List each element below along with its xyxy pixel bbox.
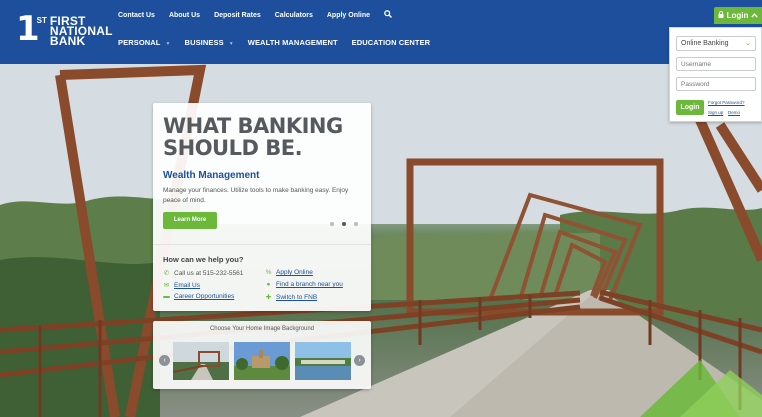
site-header: 1 ST FIRST NATIONAL BANK Contact Us Abou… (0, 0, 762, 64)
promo-card: WHAT BANKING SHOULD BE. Wealth Managemen… (153, 103, 371, 311)
chevron-down-icon: ⌄ (745, 40, 751, 47)
nav-business-label: BUSINESS (184, 38, 224, 47)
briefcase-icon: ▬ (163, 293, 170, 300)
find-branch-link[interactable]: Find a branch near you (276, 281, 343, 288)
main-nav: PERSONAL ▼ BUSINESS ▼ WEALTH MANAGEMENT ED… (118, 38, 430, 47)
chevron-down-icon: ▼ (165, 41, 171, 47)
demo-link[interactable]: Demo (728, 110, 740, 115)
chooser-title: Choose Your Home Image Background (209, 326, 315, 332)
map-pin-icon: ● (266, 281, 271, 288)
username-input[interactable] (676, 57, 756, 71)
carousel-dot-3[interactable] (354, 222, 358, 226)
chevron-right-icon[interactable]: › (354, 355, 365, 366)
nav-wealth-management[interactable]: WEALTH MANAGEMENT (248, 38, 338, 47)
util-link-contact-us[interactable]: Contact Us (118, 12, 155, 19)
login-panel: Online Banking ⌄ Login Forgot Password? … (669, 27, 762, 122)
help-apply[interactable]: % Apply Online (265, 269, 313, 276)
percent-icon: % (265, 269, 272, 276)
utility-nav: Contact Us About Us Deposit Rates Calcul… (118, 10, 392, 20)
util-link-deposit-rates[interactable]: Deposit Rates (214, 12, 261, 19)
promo-subheading: Wealth Management (163, 170, 260, 181)
help-email[interactable]: ✉ Email Us (163, 281, 200, 290)
util-link-calculators[interactable]: Calculators (275, 12, 313, 19)
nav-personal[interactable]: PERSONAL ▼ (118, 38, 171, 47)
chevron-left-icon[interactable]: ‹ (159, 355, 170, 366)
logo-suffix: ST (36, 16, 47, 25)
headline-line-2: SHOULD BE. (163, 136, 303, 160)
background-chooser: Choose Your Home Image Background ‹ › (153, 321, 371, 389)
account-type-value: Online Banking (681, 40, 729, 47)
background-thumbnail-building[interactable] (234, 342, 290, 380)
sign-up-link[interactable]: Sign up (708, 110, 723, 115)
help-careers[interactable]: ▬ Career Opportunities (163, 293, 234, 300)
switch-to-fnb-link[interactable]: Switch to FNB (276, 294, 317, 301)
chevron-down-icon: ▼ (228, 41, 234, 47)
chevron-up-icon (751, 11, 759, 20)
util-link-apply-online[interactable]: Apply Online (327, 12, 370, 19)
background-thumbnail-bridge[interactable] (173, 342, 229, 380)
switch-arrow-icon: ✚ (265, 294, 272, 301)
nav-education-center[interactable]: EDUCATION CENTER (352, 38, 431, 47)
email-us-link[interactable]: Email Us (174, 282, 200, 289)
help-call-text: Call us at 515-232-5561 (174, 269, 244, 277)
apply-online-link[interactable]: Apply Online (276, 269, 313, 276)
background-thumbnail-lake[interactable] (295, 342, 351, 380)
phone-icon: ✆ (163, 270, 170, 277)
learn-more-button[interactable]: Learn More (163, 212, 217, 229)
help-switch[interactable]: ✚ Switch to FNB (265, 293, 317, 302)
search-icon[interactable] (384, 10, 392, 20)
divider (153, 244, 371, 245)
bank-logo[interactable]: 1 ST FIRST NATIONAL BANK (16, 9, 113, 49)
lock-icon (718, 11, 724, 20)
promo-description: Manage your finances. Utilize tools to m… (163, 187, 349, 204)
forgot-password-link[interactable]: Forgot Password? (708, 100, 745, 105)
logo-text: FIRST NATIONAL BANK (50, 15, 113, 47)
carousel-dot-2[interactable] (342, 222, 346, 226)
page-title: WHAT BANKING SHOULD BE. (163, 115, 343, 159)
help-heading: How can we help you? (163, 255, 244, 264)
login-toggle-button[interactable]: Login (714, 7, 762, 24)
career-opportunities-link[interactable]: Career Opportunities (174, 293, 234, 300)
account-type-select[interactable]: Online Banking ⌄ (676, 36, 756, 51)
carousel-dot-1[interactable] (330, 222, 334, 226)
nav-personal-label: PERSONAL (118, 38, 161, 47)
help-call: ✆ Call us at 515-232-5561 (163, 269, 244, 278)
login-toggle-label: Login (726, 11, 749, 20)
nav-business[interactable]: BUSINESS ▼ (185, 38, 234, 47)
headline-line-1: WHAT BANKING (163, 114, 343, 138)
carousel-dots (330, 222, 358, 226)
password-input[interactable] (676, 77, 756, 91)
envelope-icon: ✉ (163, 282, 170, 289)
login-submit-button[interactable]: Login (676, 100, 704, 115)
help-branch[interactable]: ● Find a branch near you (265, 281, 343, 288)
util-link-about-us[interactable]: About Us (169, 12, 200, 19)
logo-numeral: 1 (16, 9, 40, 49)
